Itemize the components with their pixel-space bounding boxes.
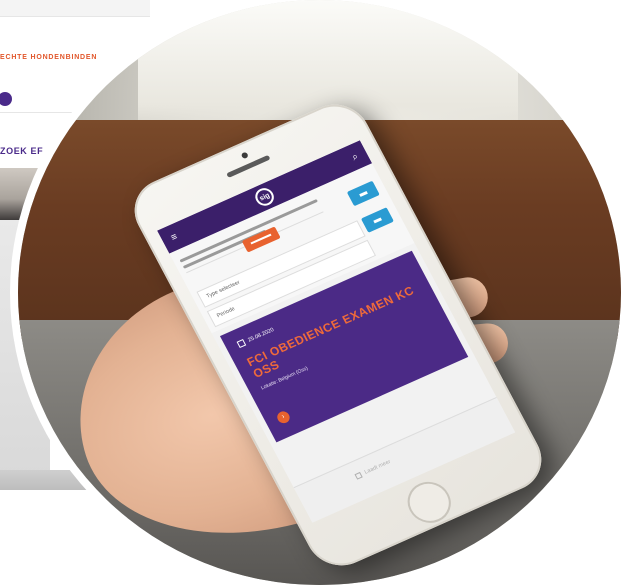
arrow-right-icon[interactable]: ›: [275, 409, 292, 426]
event-date-text: 25.08.2020: [246, 326, 275, 344]
background-card: [0, 0, 150, 17]
app-logo: sig: [252, 185, 278, 209]
blue-button[interactable]: [346, 180, 380, 207]
earpiece-speaker: [226, 154, 271, 178]
background-nav-text: ECHTE HONDENBINDEN: [0, 54, 98, 61]
load-more-text: Laadt meer: [363, 458, 392, 476]
search-icon[interactable]: ⌕: [347, 149, 363, 164]
blue-button[interactable]: [360, 207, 394, 233]
calendar-icon: [236, 339, 247, 349]
background-round-button: [0, 92, 12, 106]
front-camera: [240, 151, 249, 160]
menu-icon[interactable]: ≡: [166, 230, 182, 245]
load-more: Laadt meer: [354, 458, 392, 480]
refresh-icon: [354, 471, 363, 480]
hand-holding-phone-photo: ≡ sig ⌕ Type selecteer Periode 25.08.202…: [18, 0, 621, 585]
